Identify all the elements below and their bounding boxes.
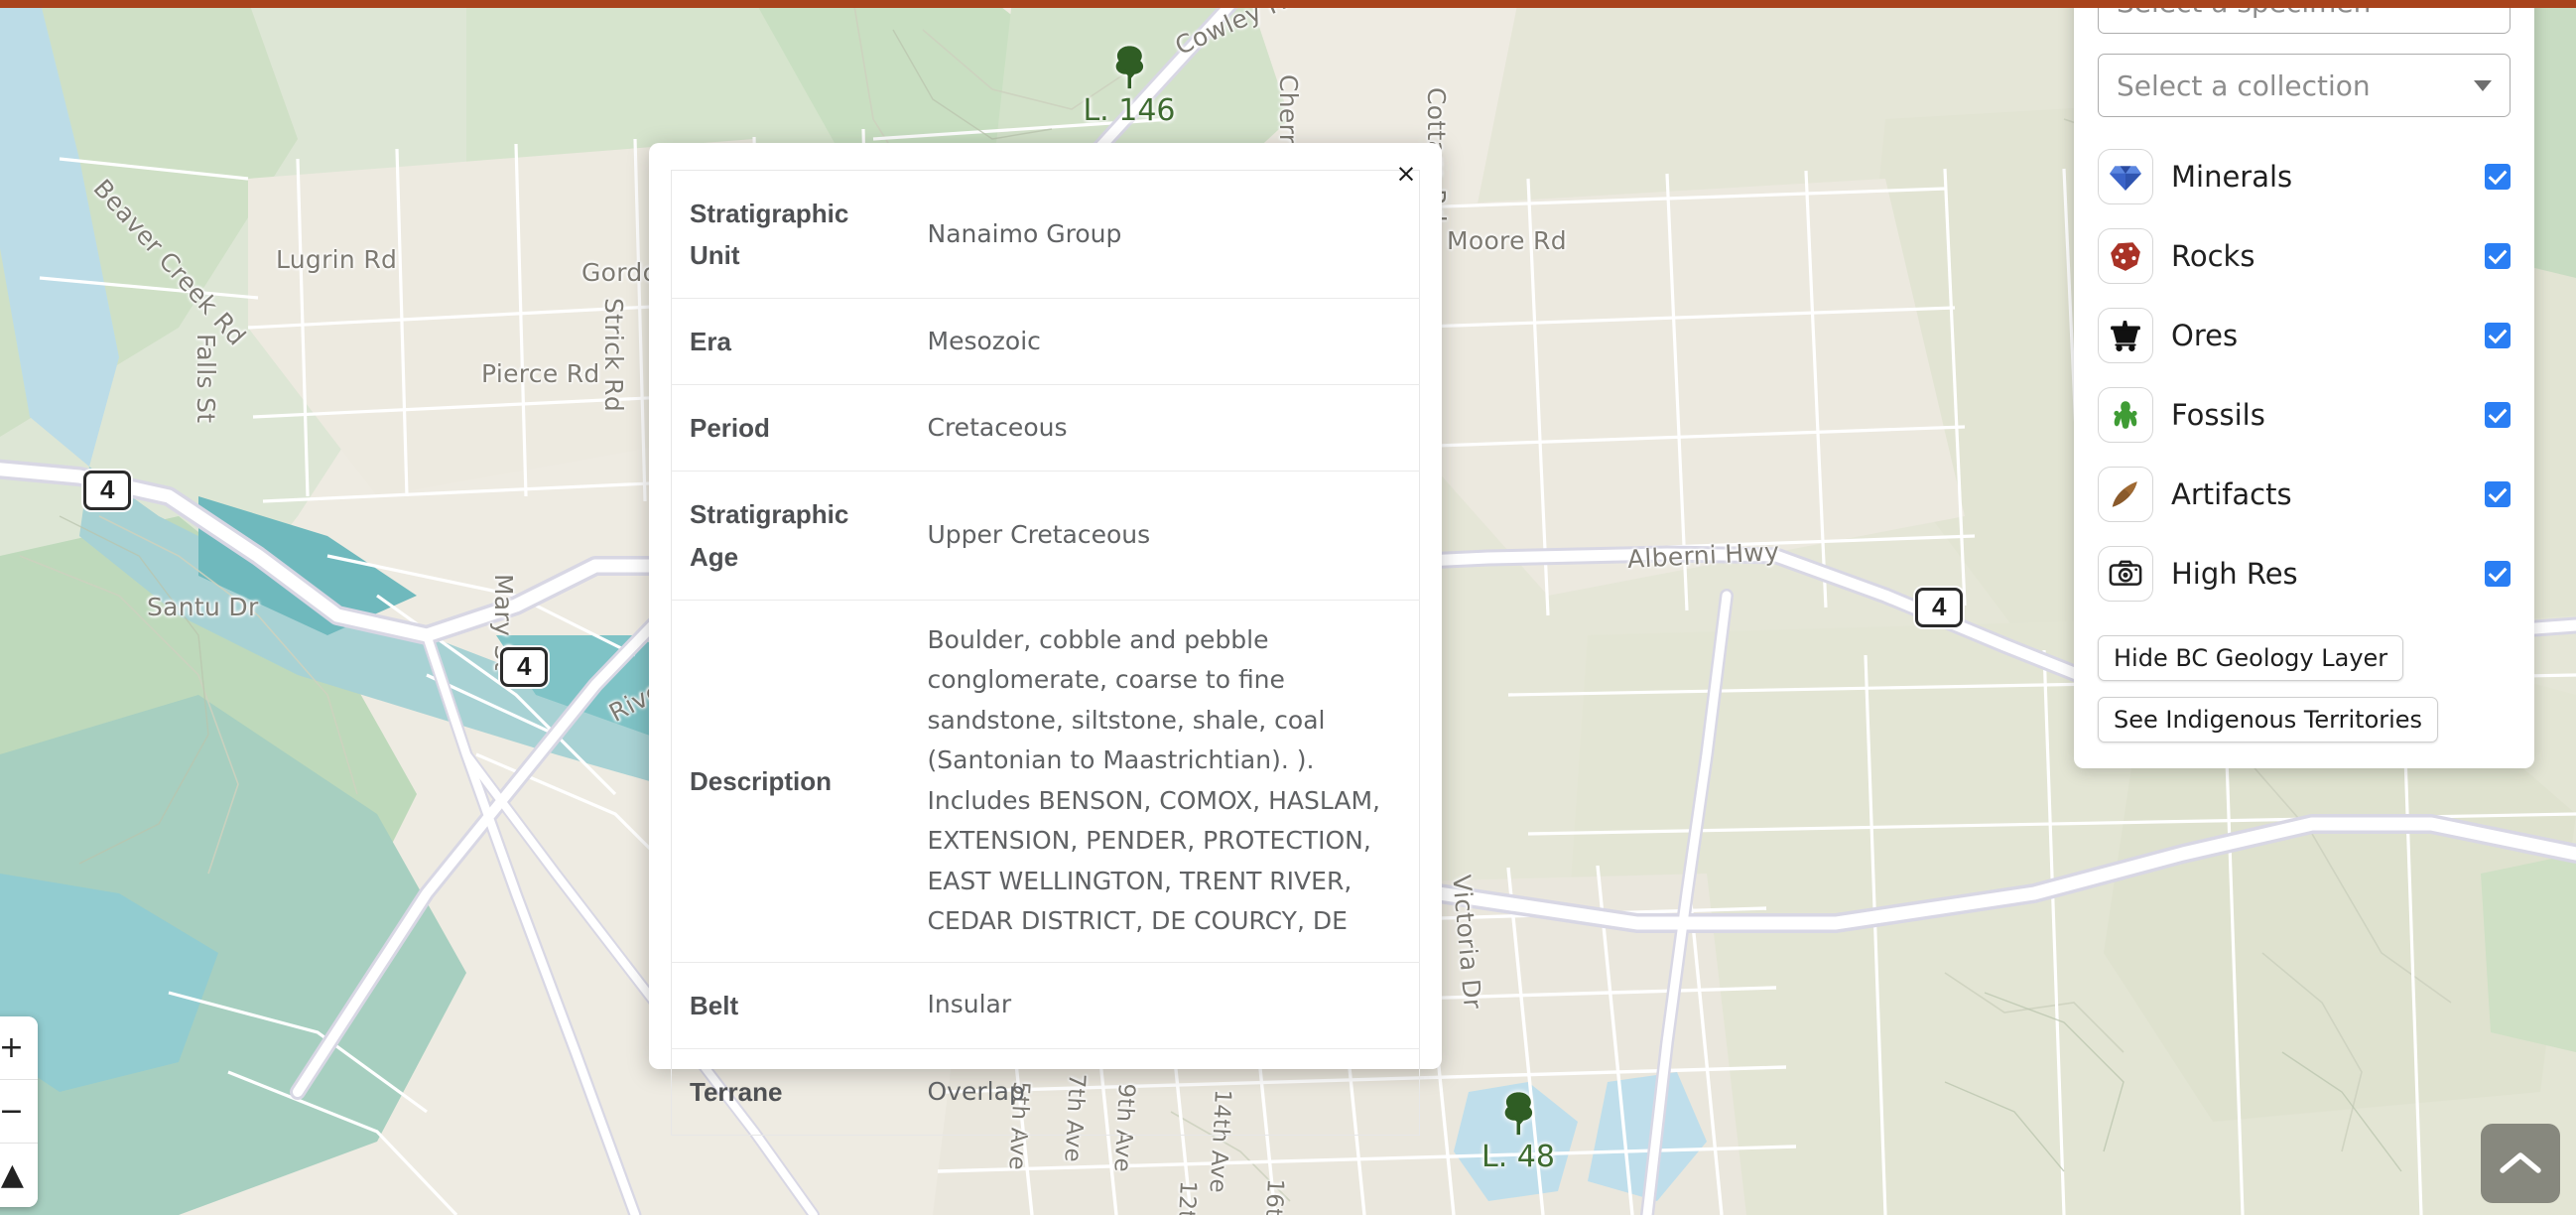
zoom-in-button[interactable]: + bbox=[0, 1016, 38, 1080]
layer-checkbox[interactable] bbox=[2485, 402, 2511, 428]
specimen-marker[interactable]: L. 146 bbox=[1070, 44, 1189, 128]
plus-icon: + bbox=[0, 1029, 24, 1065]
layer-label: High Res bbox=[2171, 557, 2298, 591]
minus-icon: − bbox=[0, 1093, 24, 1129]
layer-checkbox[interactable] bbox=[2485, 243, 2511, 269]
table-row: Description Boulder, cobble and pebble c… bbox=[671, 600, 1420, 963]
row-label: Terrane bbox=[690, 1076, 783, 1107]
row-value: Overlap bbox=[927, 1076, 1025, 1106]
chevron-up-icon bbox=[2500, 1152, 2541, 1173]
row-value: Cretaceous bbox=[927, 413, 1068, 443]
geology-attributes-table: Stratigraphic Unit Nanaimo Group Era Mes… bbox=[671, 170, 1420, 1136]
highway-shield-4: 4 bbox=[500, 647, 549, 687]
collection-select-value: Select a collection bbox=[2117, 68, 2371, 102]
row-label: Stratigraphic Unit bbox=[690, 199, 849, 271]
layer-checkbox[interactable] bbox=[2485, 323, 2511, 348]
rock-icon bbox=[2098, 228, 2153, 284]
row-label: Description bbox=[690, 765, 833, 796]
layer-checkbox[interactable] bbox=[2485, 481, 2511, 507]
layer-row-artifacts[interactable]: Artifacts bbox=[2098, 455, 2511, 534]
table-row: Belt Insular bbox=[671, 962, 1420, 1049]
minecart-icon bbox=[2098, 308, 2153, 363]
top-accent-bar bbox=[0, 0, 2576, 8]
layer-row-rocks[interactable]: Rocks bbox=[2098, 216, 2511, 296]
table-row: Period Cretaceous bbox=[671, 385, 1420, 472]
highway-shield-4: 4 bbox=[83, 471, 132, 510]
layer-checkbox[interactable] bbox=[2485, 561, 2511, 587]
row-value: Upper Cretaceous bbox=[927, 520, 1151, 550]
zoom-out-button[interactable]: − bbox=[0, 1080, 38, 1144]
row-label: Belt bbox=[690, 990, 739, 1020]
row-value: Boulder, cobble and pebble conglomerate,… bbox=[927, 624, 1380, 936]
map-zoom-controls[interactable]: + − ▲ bbox=[0, 1016, 38, 1207]
specimen-marker-label: L. 48 bbox=[1481, 1140, 1555, 1174]
compass-icon: ▲ bbox=[0, 1157, 24, 1192]
fossil-icon bbox=[2098, 387, 2153, 443]
row-label: Stratigraphic Age bbox=[690, 499, 849, 572]
layer-label: Fossils bbox=[2171, 398, 2265, 432]
row-value: Mesozoic bbox=[927, 327, 1041, 356]
close-icon[interactable]: × bbox=[1393, 161, 1419, 187]
specimen-marker[interactable]: L. 48 bbox=[1459, 1090, 1578, 1174]
row-value: Nanaimo Group bbox=[927, 218, 1122, 248]
layer-label: Minerals bbox=[2171, 160, 2293, 194]
table-row: Terrane Overlap bbox=[672, 1048, 1420, 1135]
layer-row-fossils[interactable]: Fossils bbox=[2098, 375, 2511, 455]
hide-bc-geology-layer-button[interactable]: Hide BC Geology Layer bbox=[2098, 635, 2404, 681]
layer-label: Ores bbox=[2171, 319, 2239, 352]
specimen-filter-panel: Select a specimen Select a collection Mi… bbox=[2074, 0, 2534, 768]
highway-shield-4: 4 bbox=[1915, 588, 1964, 627]
table-row: Stratigraphic Age Upper Cretaceous bbox=[671, 472, 1420, 601]
tree-icon bbox=[1504, 1092, 1533, 1136]
layer-label: Artifacts bbox=[2171, 477, 2292, 511]
gem-icon bbox=[2098, 149, 2153, 204]
layer-checkbox[interactable] bbox=[2485, 164, 2511, 190]
see-indigenous-territories-button[interactable]: See Indigenous Territories bbox=[2098, 697, 2439, 742]
camera-icon bbox=[2098, 546, 2153, 602]
layer-row-high-res[interactable]: High Res bbox=[2098, 534, 2511, 613]
row-label: Era bbox=[690, 327, 731, 357]
table-row: Era Mesozoic bbox=[671, 299, 1420, 385]
layer-row-minerals[interactable]: Minerals bbox=[2098, 137, 2511, 216]
tree-icon bbox=[1115, 46, 1144, 89]
chevron-down-icon bbox=[2474, 79, 2492, 91]
row-value: Insular bbox=[927, 990, 1012, 1019]
row-label: Period bbox=[690, 413, 770, 444]
geology-info-popup: × Stratigraphic Unit Nanaimo Group Era M… bbox=[649, 143, 1442, 1136]
table-row: Stratigraphic Unit Nanaimo Group bbox=[671, 171, 1420, 299]
compass-button[interactable]: ▲ bbox=[0, 1144, 38, 1207]
collection-select[interactable]: Select a collection bbox=[2098, 54, 2511, 117]
scroll-to-top-button[interactable] bbox=[2481, 1124, 2560, 1203]
layer-toggle-list: Minerals Rocks Ores Fossils Artifacts Hi… bbox=[2098, 137, 2511, 613]
layer-label: Rocks bbox=[2171, 239, 2255, 273]
layer-row-ores[interactable]: Ores bbox=[2098, 296, 2511, 375]
specimen-marker-label: L. 146 bbox=[1083, 93, 1176, 128]
arrowhead-icon bbox=[2098, 467, 2153, 522]
